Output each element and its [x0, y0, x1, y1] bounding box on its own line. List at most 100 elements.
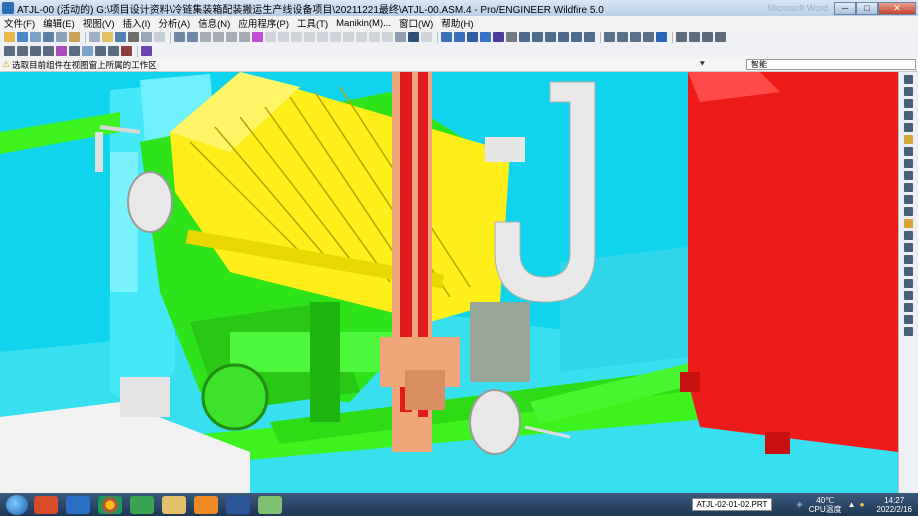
clock[interactable]: 14:27 2022/2/16 [876, 496, 912, 514]
assembly-icon[interactable] [56, 32, 67, 42]
display-style-icon[interactable] [493, 32, 504, 42]
appearance-icon[interactable] [56, 46, 67, 56]
close-button[interactable]: ✕ [878, 1, 916, 15]
measure-tool-icon[interactable] [904, 327, 913, 336]
printer-icon[interactable] [128, 32, 139, 42]
datum-planes-icon[interactable] [676, 32, 687, 42]
refit-icon[interactable] [545, 32, 556, 42]
selection-filter-select[interactable]: 智能 [746, 59, 916, 70]
proe-taskbar-icon[interactable] [258, 495, 282, 514]
select-icon[interactable] [291, 32, 302, 42]
menu-manikin[interactable]: Manikin(M)... [332, 18, 395, 29]
menu-help[interactable]: 帮助(H) [437, 16, 477, 30]
360-browser-icon[interactable] [130, 495, 154, 514]
menu-file[interactable]: 文件(F) [0, 16, 39, 30]
zoom-window-icon[interactable] [454, 32, 465, 42]
wireframe-icon[interactable] [604, 32, 615, 42]
point-tool-icon[interactable] [904, 123, 913, 132]
model-player-icon[interactable] [82, 46, 93, 56]
simplified-rep-icon[interactable] [121, 46, 132, 56]
section-icon[interactable] [108, 46, 119, 56]
round-tool-icon[interactable] [904, 195, 913, 204]
email-icon[interactable] [141, 32, 152, 42]
selection-filter-icon[interactable] [421, 32, 432, 42]
rib-tool-icon[interactable] [904, 303, 913, 312]
help-context-icon[interactable] [656, 32, 667, 42]
minimize-button[interactable]: ─ [834, 1, 856, 15]
coord-sys-icon[interactable] [715, 32, 726, 42]
sweep-tool-icon[interactable] [904, 267, 913, 276]
menu-view[interactable]: 视图(V) [79, 16, 119, 30]
analysis-tool-icon[interactable] [904, 147, 913, 156]
hole-tool-icon[interactable] [904, 183, 913, 192]
menu-edit[interactable]: 编辑(E) [39, 16, 79, 30]
maximize-button[interactable]: □ [856, 1, 878, 15]
sketch-icon[interactable] [304, 32, 315, 42]
regenerate-icon[interactable] [252, 32, 263, 42]
axis-icon[interactable] [330, 32, 341, 42]
pdf-icon[interactable] [194, 495, 218, 514]
zoom-out-icon[interactable] [532, 32, 543, 42]
pattern-tool-icon[interactable] [904, 219, 913, 228]
file-explorer-icon[interactable] [162, 495, 186, 514]
network-icon[interactable]: ⎈ [796, 500, 802, 510]
chrome-icon[interactable] [98, 495, 122, 514]
pin-icon[interactable]: ⯆ [699, 59, 706, 70]
component-tool-icon[interactable] [904, 159, 913, 168]
new-icon[interactable] [4, 32, 15, 42]
cut-icon[interactable] [200, 32, 211, 42]
app-taskbar-icon-2[interactable] [66, 495, 90, 514]
datum-plane-tool-icon[interactable] [904, 75, 913, 84]
chamfer-tool-icon[interactable] [904, 207, 913, 216]
drawing-icon[interactable] [43, 46, 54, 56]
table-icon[interactable] [30, 46, 41, 56]
ahead-icon[interactable] [141, 46, 152, 56]
zoom-in-icon[interactable] [519, 32, 530, 42]
draft-tool-icon[interactable] [904, 315, 913, 324]
link-icon[interactable] [154, 32, 165, 42]
reorient-icon[interactable] [558, 32, 569, 42]
security-icon[interactable]: ● [860, 500, 865, 509]
curve-icon[interactable] [369, 32, 380, 42]
paste-special-icon[interactable] [239, 32, 250, 42]
menu-window[interactable]: 窗口(W) [395, 16, 437, 30]
undo-icon[interactable] [174, 32, 185, 42]
revolve-tool-icon[interactable] [904, 255, 913, 264]
shade-icon[interactable] [643, 32, 654, 42]
analysis-icon[interactable] [382, 32, 393, 42]
paste-icon[interactable] [226, 32, 237, 42]
csys-icon[interactable] [356, 32, 367, 42]
disk-icon[interactable] [115, 32, 126, 42]
binoculars-icon[interactable] [395, 32, 406, 42]
component-icon[interactable] [17, 46, 28, 56]
app-taskbar-icon-1[interactable] [34, 495, 58, 514]
datum-axes-icon[interactable] [689, 32, 700, 42]
folder-icon[interactable] [102, 32, 113, 42]
point-icon[interactable] [343, 32, 354, 42]
redo-icon[interactable] [187, 32, 198, 42]
tray-expand-icon[interactable]: ▲ [848, 500, 856, 509]
cable-icon[interactable] [69, 46, 80, 56]
select-box-icon[interactable] [278, 32, 289, 42]
save-icon[interactable] [17, 32, 28, 42]
menu-insert[interactable]: 插入(I) [118, 16, 154, 30]
menu-tools[interactable]: 工具(T) [293, 16, 332, 30]
create-tool-icon[interactable] [904, 171, 913, 180]
menu-analysis[interactable]: 分析(A) [154, 16, 194, 30]
open-icon[interactable] [30, 32, 41, 42]
orient-icon[interactable] [480, 32, 491, 42]
copy-icon[interactable] [213, 32, 224, 42]
extrude-tool-icon[interactable] [904, 243, 913, 252]
word-icon[interactable] [226, 495, 250, 514]
bom-icon[interactable] [69, 32, 80, 42]
shell-tool-icon[interactable] [904, 291, 913, 300]
blend-tool-icon[interactable] [904, 279, 913, 288]
datum-points-icon[interactable] [702, 32, 713, 42]
plane-icon[interactable] [317, 32, 328, 42]
saved-views-icon[interactable] [571, 32, 582, 42]
menu-applications[interactable]: 应用程序(P) [234, 16, 293, 30]
menu-info[interactable]: 信息(N) [194, 16, 234, 30]
start-button[interactable] [6, 494, 28, 515]
file-new-icon[interactable] [89, 32, 100, 42]
curve-tool-icon[interactable] [904, 111, 913, 120]
